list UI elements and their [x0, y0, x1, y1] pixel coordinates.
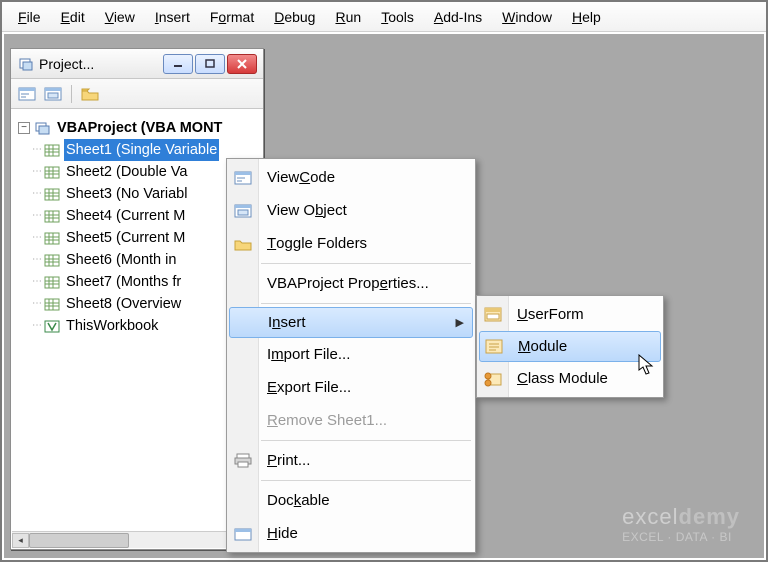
- tree-item[interactable]: ⋯Sheet5 (Current M: [18, 227, 258, 249]
- menu-run[interactable]: Run: [325, 5, 371, 29]
- context-menu-separator: [261, 480, 471, 481]
- horizontal-scrollbar[interactable]: ◂ ▸: [12, 531, 262, 548]
- workbook-icon: [43, 318, 61, 334]
- tree-item[interactable]: ⋯Sheet7 (Months fr: [18, 271, 258, 293]
- tree-item[interactable]: ⋯Sheet8 (Overview: [18, 293, 258, 315]
- class-module-icon: [483, 369, 503, 389]
- watermark: exceldemy EXCEL · DATA · BI: [622, 504, 740, 544]
- toolbar-separator: [71, 85, 72, 103]
- menu-debug[interactable]: Debug: [264, 5, 325, 29]
- tree-item-label: Sheet8 (Overview: [64, 293, 183, 315]
- tree-root-label: VBAProject (VBA MONT: [55, 117, 224, 139]
- vbaproject-icon: [17, 55, 35, 73]
- worksheet-icon: [43, 142, 61, 158]
- tree-item[interactable]: ⋯Sheet6 (Month in: [18, 249, 258, 271]
- menu-format[interactable]: Format: [200, 5, 264, 29]
- worksheet-icon: [43, 296, 61, 312]
- panel-titlebar[interactable]: Project...: [11, 49, 263, 79]
- scroll-left-button[interactable]: ◂: [12, 533, 29, 548]
- ctx-toggle-folders[interactable]: Toggle Folders: [227, 227, 475, 260]
- tree-item-label: Sheet1 (Single Variable: [64, 139, 219, 161]
- tree-item[interactable]: ⋯Sheet1 (Single Variable: [18, 139, 258, 161]
- scroll-thumb[interactable]: [29, 533, 129, 548]
- tree-item-workbook[interactable]: ⋯ThisWorkbook: [18, 315, 258, 337]
- tree-item-label: Sheet7 (Months fr: [64, 271, 183, 293]
- code-window-icon: [233, 168, 253, 188]
- submenu-class-module[interactable]: Class Module: [477, 362, 663, 395]
- tree-item-label: Sheet6 (Month in: [64, 249, 178, 271]
- ctx-insert[interactable]: Insert▶: [229, 307, 473, 338]
- scroll-track[interactable]: [29, 533, 245, 548]
- worksheet-icon: [43, 164, 61, 180]
- menu-help[interactable]: Help: [562, 5, 611, 29]
- object-window-icon: [233, 201, 253, 221]
- minimize-button[interactable]: [163, 54, 193, 74]
- tree-item-label: Sheet2 (Double Va: [64, 161, 189, 183]
- tree-item-label: ThisWorkbook: [64, 315, 160, 337]
- worksheet-icon: [43, 208, 61, 224]
- ctx-print[interactable]: Print...: [227, 444, 475, 477]
- ctx-view-object[interactable]: View Object: [227, 194, 475, 227]
- worksheet-icon: [43, 252, 61, 268]
- expand-toggle[interactable]: −: [18, 122, 30, 134]
- toggle-folders-icon[interactable]: [80, 85, 100, 103]
- menu-edit[interactable]: Edit: [51, 5, 95, 29]
- insert-submenu: UserForm Module Class Module: [476, 295, 664, 398]
- hide-icon: [233, 524, 253, 544]
- print-icon: [233, 451, 253, 471]
- close-button[interactable]: [227, 54, 257, 74]
- panel-title: Project...: [39, 56, 161, 72]
- submenu-module[interactable]: Module: [479, 331, 661, 362]
- ctx-remove: Remove Sheet1...: [227, 404, 475, 437]
- submenu-userform[interactable]: UserForm: [477, 298, 663, 331]
- menu-tools[interactable]: Tools: [371, 5, 424, 29]
- watermark-tagline: EXCEL · DATA · BI: [622, 530, 740, 544]
- tree-item-label: Sheet5 (Current M: [64, 227, 187, 249]
- menu-addins[interactable]: Add-Ins: [424, 5, 492, 29]
- context-menu-separator: [261, 303, 471, 304]
- folder-icon: [233, 234, 253, 254]
- ctx-import-file[interactable]: Import File...: [227, 338, 475, 371]
- menu-insert[interactable]: Insert: [145, 5, 200, 29]
- view-object-icon[interactable]: [43, 85, 63, 103]
- tree-item-label: Sheet4 (Current M: [64, 205, 187, 227]
- ctx-hide[interactable]: Hide: [227, 517, 475, 550]
- worksheet-icon: [43, 230, 61, 246]
- vbaproject-icon: [34, 120, 52, 136]
- worksheet-icon: [43, 274, 61, 290]
- project-tree[interactable]: − VBAProject (VBA MONT ⋯Sheet1 (Single V…: [12, 111, 262, 531]
- context-menu-separator: [261, 440, 471, 441]
- tree-item[interactable]: ⋯Sheet2 (Double Va: [18, 161, 258, 183]
- chevron-right-icon: ▶: [456, 316, 464, 329]
- context-menu-separator: [261, 263, 471, 264]
- worksheet-icon: [43, 186, 61, 202]
- menu-window[interactable]: Window: [492, 5, 562, 29]
- panel-toolbar: [11, 79, 263, 109]
- tree-root[interactable]: − VBAProject (VBA MONT: [18, 117, 258, 139]
- context-menu: View Code View Object Toggle Folders VBA…: [226, 158, 476, 553]
- watermark-brand-b: demy: [679, 504, 740, 529]
- watermark-brand-a: excel: [622, 504, 678, 529]
- mdi-workspace: Project... − VBAProject (VBA MONT ⋯Sheet…: [4, 34, 764, 558]
- ctx-export-file[interactable]: Export File...: [227, 371, 475, 404]
- ctx-dockable[interactable]: Dockable: [227, 484, 475, 517]
- tree-item[interactable]: ⋯Sheet4 (Current M: [18, 205, 258, 227]
- tree-item[interactable]: ⋯Sheet3 (No Variabl: [18, 183, 258, 205]
- view-code-icon[interactable]: [17, 85, 37, 103]
- menubar: File Edit View Insert Format Debug Run T…: [2, 2, 766, 32]
- app-frame: File Edit View Insert Format Debug Run T…: [0, 0, 768, 562]
- ctx-project-properties[interactable]: VBAProject Properties...: [227, 267, 475, 300]
- menu-view[interactable]: View: [95, 5, 145, 29]
- maximize-button[interactable]: [195, 54, 225, 74]
- ctx-view-code[interactable]: View Code: [227, 161, 475, 194]
- menu-file[interactable]: File: [8, 5, 51, 29]
- tree-item-label: Sheet3 (No Variabl: [64, 183, 189, 205]
- userform-icon: [483, 305, 503, 325]
- module-icon: [484, 337, 504, 357]
